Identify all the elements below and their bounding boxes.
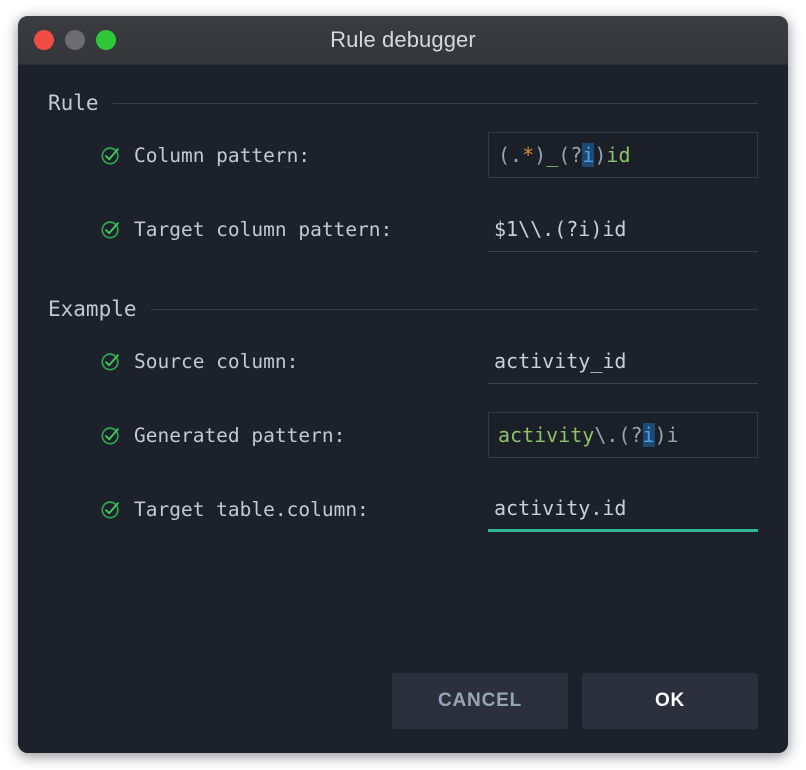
target-column-pattern-value: $1\\.(?i)id (494, 219, 626, 239)
row-label: Column pattern: (134, 144, 310, 167)
section-title: Rule (48, 91, 99, 115)
check-circle-icon (100, 350, 122, 372)
section-title: Example (48, 297, 137, 321)
target-table-column-value: activity.id (494, 498, 626, 518)
cancel-button[interactable]: CANCEL (392, 673, 568, 729)
close-button[interactable] (34, 30, 54, 50)
column-pattern-value: (.*)_(?i)id (498, 145, 631, 165)
section-rows-example: Source column: activity_id Generated pat… (48, 327, 758, 533)
dialog-body: Rule Column pattern: (.*)_(?i)id (18, 65, 788, 753)
form-row-column-pattern: Column pattern: (.*)_(?i)id (100, 131, 758, 179)
check-circle-icon (100, 424, 122, 446)
check-circle-icon (100, 218, 122, 240)
field-wrapper: activity.id (488, 486, 758, 532)
check-circle-icon (100, 498, 122, 520)
source-column-input[interactable]: activity_id (488, 338, 758, 384)
zoom-button[interactable] (96, 30, 116, 50)
form-row-target-table-column: Target table.column: activity.id (100, 485, 758, 533)
section-header-rule: Rule (48, 91, 758, 115)
field-wrapper: activity_id (488, 338, 758, 384)
generated-pattern-input[interactable]: activity\.(?i)i (488, 412, 758, 458)
source-column-value: activity_id (494, 351, 626, 371)
generated-pattern-value: activity\.(?i)i (498, 425, 679, 445)
section-header-example: Example (48, 297, 758, 321)
form-row-target-column-pattern: Target column pattern: $1\\.(?i)id (100, 205, 758, 253)
form-row-source-column: Source column: activity_id (100, 337, 758, 385)
row-label: Target column pattern: (134, 218, 392, 241)
dialog-footer: CANCEL OK (392, 673, 758, 729)
form-row-generated-pattern: Generated pattern: activity\.(?i)i (100, 411, 758, 459)
window-title: Rule debugger (18, 27, 788, 53)
ok-button[interactable]: OK (582, 673, 758, 729)
field-wrapper: $1\\.(?i)id (488, 206, 758, 252)
column-pattern-input[interactable]: (.*)_(?i)id (488, 132, 758, 178)
target-table-column-input[interactable]: activity.id (488, 486, 758, 532)
field-wrapper: (.*)_(?i)id (488, 132, 758, 178)
row-label: Source column: (134, 350, 298, 373)
window-controls (34, 30, 116, 50)
section-divider (151, 309, 758, 310)
field-wrapper: activity\.(?i)i (488, 412, 758, 458)
row-label: Generated pattern: (134, 424, 345, 447)
check-circle-icon (100, 144, 122, 166)
section-rows-rule: Column pattern: (.*)_(?i)id Target colum… (48, 121, 758, 253)
section-spacer (48, 253, 758, 297)
section-divider (113, 103, 758, 104)
rule-debugger-window: Rule debugger Rule Column pattern: (.*)_… (18, 16, 788, 753)
target-column-pattern-input[interactable]: $1\\.(?i)id (488, 206, 758, 252)
minimize-button[interactable] (65, 30, 85, 50)
window-titlebar: Rule debugger (18, 16, 788, 65)
row-label: Target table.column: (134, 498, 369, 521)
